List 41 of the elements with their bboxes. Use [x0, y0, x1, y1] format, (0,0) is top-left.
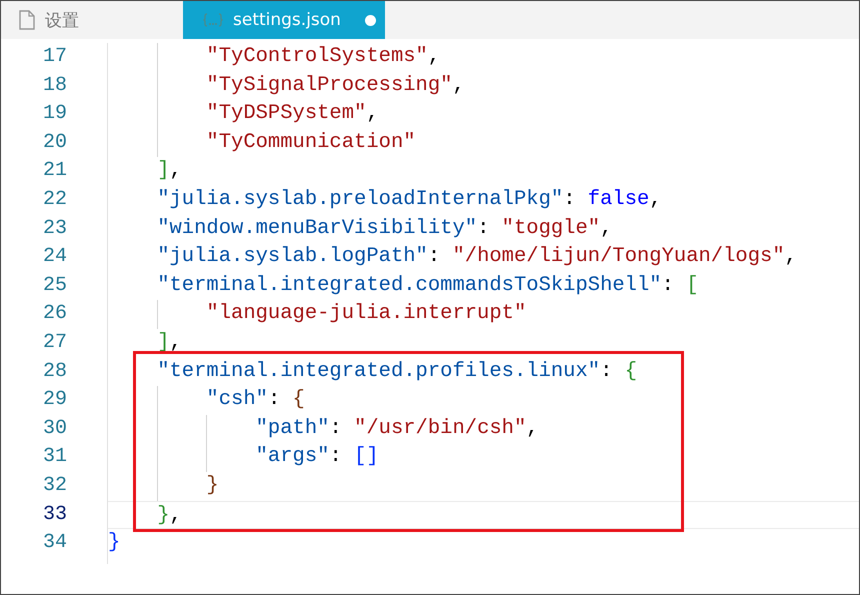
code-line: } [108, 531, 120, 554]
code-line: "TySignalProcessing", [205, 74, 465, 97]
code-line: } [205, 474, 219, 497]
code-line: "args": [] [254, 445, 379, 468]
code-line: ], [156, 159, 182, 182]
line-number: 31 [42, 444, 68, 470]
code-line: "terminal.integrated.commandsToSkipShell": [ [156, 274, 699, 297]
code-line: "window.menuBarVisibility": "toggle", [156, 216, 612, 240]
document-icon [19, 10, 35, 30]
line-number: 21 [42, 158, 68, 184]
line-number: 28 [42, 358, 68, 385]
braces-icon [203, 13, 223, 27]
line-number: 25 [42, 272, 68, 299]
line-number: 32 [42, 472, 68, 499]
code-line: "TyDSPSystem", [205, 102, 379, 126]
code-line: "julia.syslab.logPath": "/home/lijun/TongYuan/logs", [156, 245, 797, 268]
tab[interactable]: settings.json [183, 1, 385, 39]
code-line: }, [156, 504, 182, 526]
line-number: 33 [42, 502, 68, 528]
tab[interactable]: 设置 [1, 1, 183, 39]
code-line: "TyCommunication" [205, 130, 416, 154]
line-number: 34 [42, 530, 68, 556]
code-line: "terminal.integrated.profiles.linux": { [156, 360, 638, 383]
code-line: "csh": { [205, 388, 305, 412]
code-line: "TyControlSystems", [205, 45, 440, 68]
code-line: "path": "/usr/bin/csh", [254, 416, 539, 440]
line-number: 27 [42, 330, 68, 356]
code-line: "julia.syslab.preloadInternalPkg": false, [156, 188, 662, 211]
line-number: 23 [42, 216, 68, 242]
line-number: 29 [42, 387, 68, 414]
modified-dot-icon [364, 14, 376, 26]
line-number: 22 [42, 186, 68, 213]
code-line: "language-julia.interrupt" [205, 302, 526, 326]
line-number: 19 [42, 101, 68, 128]
line-number: 24 [42, 244, 68, 270]
line-number: 17 [42, 44, 68, 70]
line-number: 26 [42, 301, 68, 328]
line-number: 30 [42, 416, 68, 442]
line-number: 18 [42, 72, 68, 99]
code-line: ], [156, 330, 182, 354]
line-number: 20 [42, 130, 68, 156]
